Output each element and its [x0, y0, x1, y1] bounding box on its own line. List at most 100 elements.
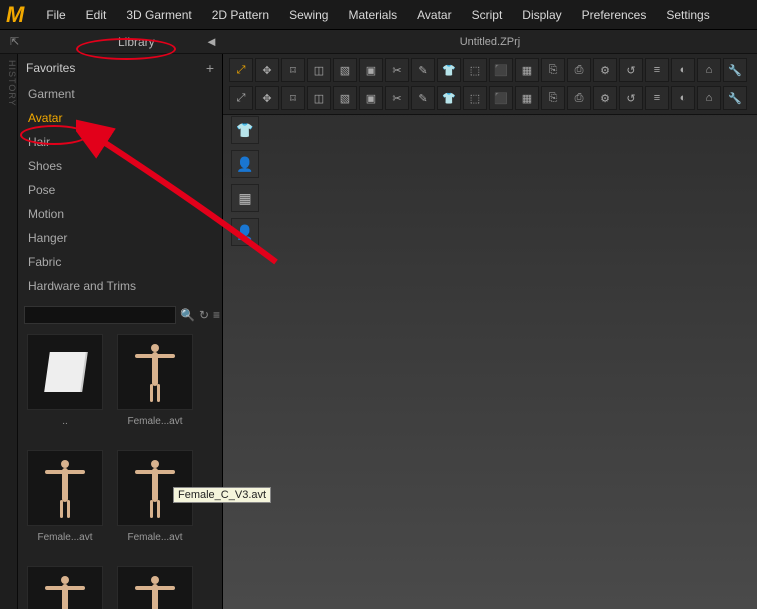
- sidebar-item-fabric[interactable]: Fabric: [18, 250, 222, 274]
- tool-button[interactable]: ✎: [411, 58, 435, 82]
- menu-edit[interactable]: Edit: [76, 0, 117, 30]
- avatar-icon: [45, 574, 85, 609]
- avatar-icon: [45, 458, 85, 518]
- app-logo: M: [6, 2, 24, 28]
- menu-materials[interactable]: Materials: [338, 0, 407, 30]
- tool-button[interactable]: ⎘: [541, 58, 565, 82]
- thumbnail-item[interactable]: [24, 566, 106, 609]
- tool-button[interactable]: ▦: [515, 86, 539, 110]
- tool-button[interactable]: ◫: [307, 86, 331, 110]
- avatar-icon: [135, 342, 175, 402]
- sidebar-item-avatar[interactable]: Avatar: [18, 106, 222, 130]
- back-arrow-icon[interactable]: ◄: [205, 34, 218, 49]
- tool-button[interactable]: ✂: [385, 58, 409, 82]
- menu-3d-garment[interactable]: 3D Garment: [116, 0, 201, 30]
- thumbnail-label: Female...avt: [25, 532, 105, 543]
- tool-button[interactable]: ⤢: [229, 86, 253, 110]
- tool-button[interactable]: ⎙: [567, 58, 591, 82]
- sidebar-item-pose[interactable]: Pose: [18, 178, 222, 202]
- tool-button[interactable]: ⚙: [593, 86, 617, 110]
- menu-script[interactable]: Script: [462, 0, 513, 30]
- search-row: 🔍 ↻ ≡: [24, 306, 216, 324]
- tool-button[interactable]: ≡: [645, 58, 669, 82]
- viewport-toolbar: ⤢✥⌑◫▧▣✂✎👕⬚⬛▦⎘⎙⚙↺≡◐⌂🔧 ⤢✥⌑◫▧▣✂✎👕⬚⬛▦⎘⎙⚙↺≡◐⌂🔧: [223, 54, 757, 115]
- tool-button[interactable]: ⌑: [281, 58, 305, 82]
- favorites-label: Favorites: [26, 61, 75, 75]
- menu-avatar[interactable]: Avatar: [407, 0, 461, 30]
- tool-button[interactable]: ✎: [411, 86, 435, 110]
- sidebar-item-hardware-and-trims[interactable]: Hardware and Trims: [18, 274, 222, 298]
- avatar-icon[interactable]: 👤: [231, 150, 259, 178]
- viewport-3d[interactable]: ⤢✥⌑◫▧▣✂✎👕⬚⬛▦⎘⎙⚙↺≡◐⌂🔧⤢✥⌑◫▧▣✂✎👕⬚⬛▦⎘⎙⚙↺≡◐⌂🔧…: [223, 54, 757, 609]
- tool-button[interactable]: ▣: [359, 58, 383, 82]
- sidebar-item-motion[interactable]: Motion: [18, 202, 222, 226]
- refresh-icon[interactable]: ↻: [199, 308, 209, 322]
- search-input[interactable]: [24, 306, 176, 324]
- tool-button[interactable]: 👕: [437, 86, 461, 110]
- thumbnail-item[interactable]: Female...avt: [114, 334, 196, 434]
- tool-button[interactable]: ▧: [333, 86, 357, 110]
- history-strip[interactable]: HISTORY: [0, 54, 18, 609]
- search-icon[interactable]: 🔍: [180, 308, 195, 322]
- tool-button[interactable]: ≡: [645, 86, 669, 110]
- thumbnail-label: Female...avt: [115, 416, 195, 427]
- thumbnail-grid: .. Female...avt Female...avt Female...avt: [18, 328, 222, 609]
- tool-button[interactable]: ⌂: [697, 58, 721, 82]
- sidebar-item-hanger[interactable]: Hanger: [18, 226, 222, 250]
- popout-icon[interactable]: ⇱: [10, 35, 19, 48]
- tool-button[interactable]: ◫: [307, 58, 331, 82]
- thumbnail-item[interactable]: ..: [24, 334, 106, 434]
- add-favorite-icon[interactable]: +: [206, 60, 214, 76]
- tool-button[interactable]: ⬚: [463, 86, 487, 110]
- tool-button[interactable]: ↺: [619, 58, 643, 82]
- tool-button[interactable]: ▣: [359, 86, 383, 110]
- avatar-icon: [135, 458, 175, 518]
- tool-button[interactable]: ⤢: [229, 58, 253, 82]
- tool-button[interactable]: ▦: [515, 58, 539, 82]
- menu-file[interactable]: File: [36, 0, 75, 30]
- tool-button[interactable]: ⌂: [697, 86, 721, 110]
- tool-button[interactable]: ⬛: [489, 86, 513, 110]
- garment-icon[interactable]: 👕: [231, 116, 259, 144]
- tool-button[interactable]: ✥: [255, 86, 279, 110]
- sidebar-item-hair[interactable]: Hair: [18, 130, 222, 154]
- menu-settings[interactable]: Settings: [656, 0, 719, 30]
- sidebar-item-shoes[interactable]: Shoes: [18, 154, 222, 178]
- sidebar-item-garment[interactable]: Garment: [18, 82, 222, 106]
- profile-icon[interactable]: 👤: [231, 218, 259, 246]
- thumbnail-item[interactable]: [114, 566, 196, 609]
- thumbnail-label: Female...avt: [115, 532, 195, 543]
- tooltip: Female_C_V3.avt: [173, 487, 271, 503]
- tool-button[interactable]: ⎘: [541, 86, 565, 110]
- tool-button[interactable]: ◐: [671, 86, 695, 110]
- tool-button[interactable]: 🔧: [723, 86, 747, 110]
- tool-button[interactable]: ✂: [385, 86, 409, 110]
- tool-button[interactable]: ↺: [619, 86, 643, 110]
- header-subbar: ⇱ Library ◄ Untitled.ZPrj: [0, 30, 757, 54]
- menubar: M FileEdit3D Garment2D PatternSewingMate…: [0, 0, 757, 30]
- menu-sewing[interactable]: Sewing: [279, 0, 338, 30]
- avatar-icon: [135, 574, 175, 609]
- viewport-side-tools: 👕 👤 ▦ 👤: [231, 116, 259, 246]
- thumbnail-item[interactable]: Female...avt: [24, 450, 106, 550]
- library-tree: GarmentAvatarHairShoesPoseMotionHangerFa…: [18, 82, 222, 298]
- tool-button[interactable]: 👕: [437, 58, 461, 82]
- library-tab[interactable]: Library: [118, 35, 155, 49]
- thumbnail-label: ..: [25, 416, 105, 427]
- tool-button[interactable]: ⬚: [463, 58, 487, 82]
- tool-button[interactable]: ▧: [333, 58, 357, 82]
- menu-2d-pattern[interactable]: 2D Pattern: [202, 0, 279, 30]
- document-title: Untitled.ZPrj: [460, 36, 521, 48]
- list-view-icon[interactable]: ≡: [213, 308, 220, 322]
- tool-button[interactable]: ⎙: [567, 86, 591, 110]
- tool-button[interactable]: ⬛: [489, 58, 513, 82]
- texture-icon[interactable]: ▦: [231, 184, 259, 212]
- menu-display[interactable]: Display: [512, 0, 571, 30]
- tool-button[interactable]: ⚙: [593, 58, 617, 82]
- tool-button[interactable]: 🔧: [723, 58, 747, 82]
- tool-button[interactable]: ◐: [671, 58, 695, 82]
- folder-icon: [44, 352, 86, 392]
- menu-preferences[interactable]: Preferences: [572, 0, 657, 30]
- tool-button[interactable]: ⌑: [281, 86, 305, 110]
- tool-button[interactable]: ✥: [255, 58, 279, 82]
